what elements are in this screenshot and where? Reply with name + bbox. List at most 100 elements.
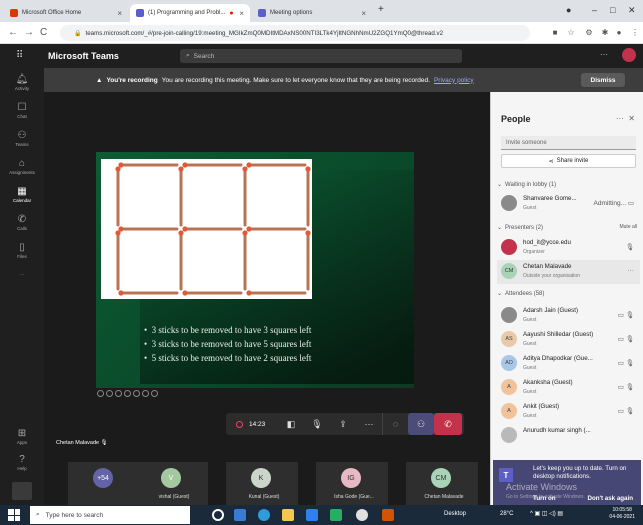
zoom-icon[interactable]	[133, 390, 140, 397]
grid-icon[interactable]	[124, 390, 131, 397]
rail-files[interactable]: ▯ Files	[0, 242, 44, 259]
camera-indicator-icon[interactable]: ■	[550, 28, 560, 38]
edge-icon[interactable]	[258, 509, 270, 521]
attendee-person[interactable]: AS Aayushi Shilledar (Guest) Guest ▭ 🎙︎	[497, 328, 640, 352]
puzzle-icon[interactable]: ✱	[600, 28, 610, 38]
attendee-person[interactable]: A Akanksha (Guest) Guest ▭ 🎙︎	[497, 376, 640, 400]
close-panel-icon[interactable]: ··· ✕	[616, 114, 635, 123]
subtitle-icon[interactable]	[142, 390, 149, 397]
rail-help[interactable]: ? Help	[0, 454, 44, 471]
rail-label: Files	[17, 254, 27, 259]
participant-tile[interactable]: IG Isha Gode (Gue...	[316, 462, 388, 505]
teams-favicon-icon	[258, 9, 266, 17]
chevron-down-icon: ⌄	[497, 291, 503, 297]
participant-tile[interactable]: Vvishal (Guest)	[136, 462, 208, 505]
chrome-icon[interactable]	[356, 509, 368, 521]
close-window-icon[interactable]: ✕	[628, 5, 636, 16]
rail-chat[interactable]: ☐ Chat	[0, 102, 44, 119]
taskbar-clock[interactable]: 10:05:58 04-06-2021	[609, 507, 635, 521]
dismiss-button[interactable]: Dismiss	[581, 73, 625, 87]
slide-bullet: • 3 sticks to be removed to have 3 squar…	[144, 325, 311, 335]
participant-tile[interactable]: CM Chetan Malavade	[406, 462, 478, 505]
next-slide-icon[interactable]	[106, 390, 113, 397]
task-view-icon[interactable]	[234, 509, 246, 521]
close-tab-icon[interactable]: ×	[361, 9, 366, 18]
rail-apps[interactable]: ⊞ Apps	[0, 428, 44, 445]
avatar-icon[interactable]: ●	[614, 28, 624, 38]
maximize-icon[interactable]: □	[610, 5, 615, 15]
chat-button[interactable]: ◌	[382, 413, 408, 435]
cortana-icon[interactable]	[212, 509, 224, 521]
rail-calendar[interactable]: ▦ Calendar	[0, 186, 44, 203]
new-tab-button[interactable]: +	[378, 4, 384, 15]
person-name: Aditya Dhapodkar (Gue...	[523, 355, 593, 362]
share-button[interactable]: ⇪	[330, 413, 356, 435]
rail-calls[interactable]: ✆ Calls	[0, 214, 44, 231]
lobby-person[interactable]: Shanvaree Gome... Guest Admitting... ▭	[497, 192, 640, 216]
camera-off-button[interactable]: ◧	[278, 413, 304, 435]
reload-icon[interactable]: C	[40, 27, 47, 38]
rail-more[interactable]: ···	[0, 272, 44, 277]
attendee-person[interactable]: Adarsh Jain (Guest) Guest ▭ 🎙︎	[497, 304, 640, 328]
close-tab-icon[interactable]: ×	[239, 9, 244, 18]
matchstick-grid	[115, 162, 311, 296]
rail-assignments[interactable]: ⌂ Assignments	[0, 158, 44, 175]
presenters-section-header[interactable]: ⌄ Presenters (2)	[497, 224, 543, 231]
bullet-text: 3 sticks to be removed to have 5 squares…	[151, 339, 312, 349]
forward-icon[interactable]: →	[24, 27, 34, 38]
more-slide-icon[interactable]	[151, 390, 158, 397]
mail-icon[interactable]	[330, 509, 342, 521]
screen-icon: ▭	[627, 200, 634, 207]
search-input[interactable]: ⌕ Search	[180, 49, 462, 63]
lobby-section-header[interactable]: ⌄ Waiting in lobby (1)	[497, 181, 556, 188]
extension-icon[interactable]: ⚙	[584, 28, 594, 38]
leave-call-button[interactable]: ✆	[434, 413, 462, 435]
pen-icon[interactable]	[115, 390, 122, 397]
store-icon[interactable]	[306, 509, 318, 521]
download-app-icon[interactable]	[12, 482, 32, 500]
attendees-section-header[interactable]: ⌄ Attendees (58)	[497, 290, 544, 297]
powerpoint-icon[interactable]	[382, 509, 394, 521]
star-icon[interactable]: ☆	[566, 28, 576, 38]
presenter-person[interactable]: CM Chetan Malavade Outside your organisa…	[497, 260, 640, 284]
prev-slide-icon[interactable]	[97, 390, 104, 397]
people-panel: People ··· ✕ Invite someone ⋖ Share invit…	[490, 92, 643, 505]
privacy-policy-link[interactable]: Privacy policy	[434, 77, 474, 84]
app-launcher-icon[interactable]: ⠿	[16, 50, 23, 61]
invite-input[interactable]: Invite someone	[501, 136, 636, 150]
mute-all-button[interactable]: Mute all	[619, 224, 637, 230]
desktop-toolbar[interactable]: Desktop	[444, 511, 466, 517]
participant-overflow-tile[interactable]: +54	[68, 462, 140, 505]
more-options-icon[interactable]: ···	[600, 50, 608, 59]
attendee-person[interactable]: Anurudh kumar singh (...	[497, 424, 640, 448]
menu-icon[interactable]: ⋮	[630, 28, 640, 38]
more-actions-button[interactable]: ···	[356, 413, 382, 435]
back-icon[interactable]: ←	[8, 27, 18, 38]
participant-tile[interactable]: K Kunal (Guest)	[226, 462, 298, 505]
minimize-icon[interactable]: –	[592, 5, 597, 15]
file-explorer-icon[interactable]	[282, 509, 294, 521]
start-button[interactable]	[8, 509, 20, 521]
user-avatar[interactable]	[622, 48, 636, 62]
close-tab-icon[interactable]: ×	[117, 9, 122, 18]
attendee-person[interactable]: A Ankit (Guest) Guest ▭ 🎙︎	[497, 400, 640, 424]
profile-icon[interactable]: ●	[566, 5, 571, 15]
url-field[interactable]: 🔒 teams.microsoft.com/_#/pre-join-callin…	[60, 25, 530, 41]
more-icon[interactable]: ···	[628, 267, 635, 274]
mic-off-button[interactable]: 🎙︎	[304, 413, 330, 435]
share-invite-button[interactable]: ⋖ Share invite	[501, 154, 636, 168]
taskbar-search[interactable]: ⌕ Type here to search	[30, 506, 190, 524]
rail-activity[interactable]: 🔔︎ Activity	[0, 74, 44, 91]
browser-tab-office[interactable]: Microsoft Office Home ×	[4, 4, 128, 22]
participants-button[interactable]: ⚇	[408, 413, 434, 435]
presenter-person[interactable]: hod_it@ycce.edu Organizer 🎙︎	[497, 236, 640, 260]
browser-tab-programming[interactable]: (1) Programming and Probl... ● ×	[130, 4, 250, 22]
attendee-person[interactable]: AD Aditya Dhapodkar (Gue... Guest ▭ 🎙︎	[497, 352, 640, 376]
system-tray-icons[interactable]: ^ ▣ ◫ ◁) ▤	[530, 510, 563, 517]
rail-teams[interactable]: ⚇ Teams	[0, 130, 44, 147]
mic-muted-icon: 🎙︎	[100, 440, 108, 446]
dont-ask-again-button[interactable]: Don't ask again	[588, 495, 633, 502]
search-placeholder: Search	[193, 52, 215, 60]
browser-tab-meeting-options[interactable]: Meeting options ×	[252, 4, 372, 22]
weather-widget[interactable]: 28°C	[500, 511, 513, 517]
